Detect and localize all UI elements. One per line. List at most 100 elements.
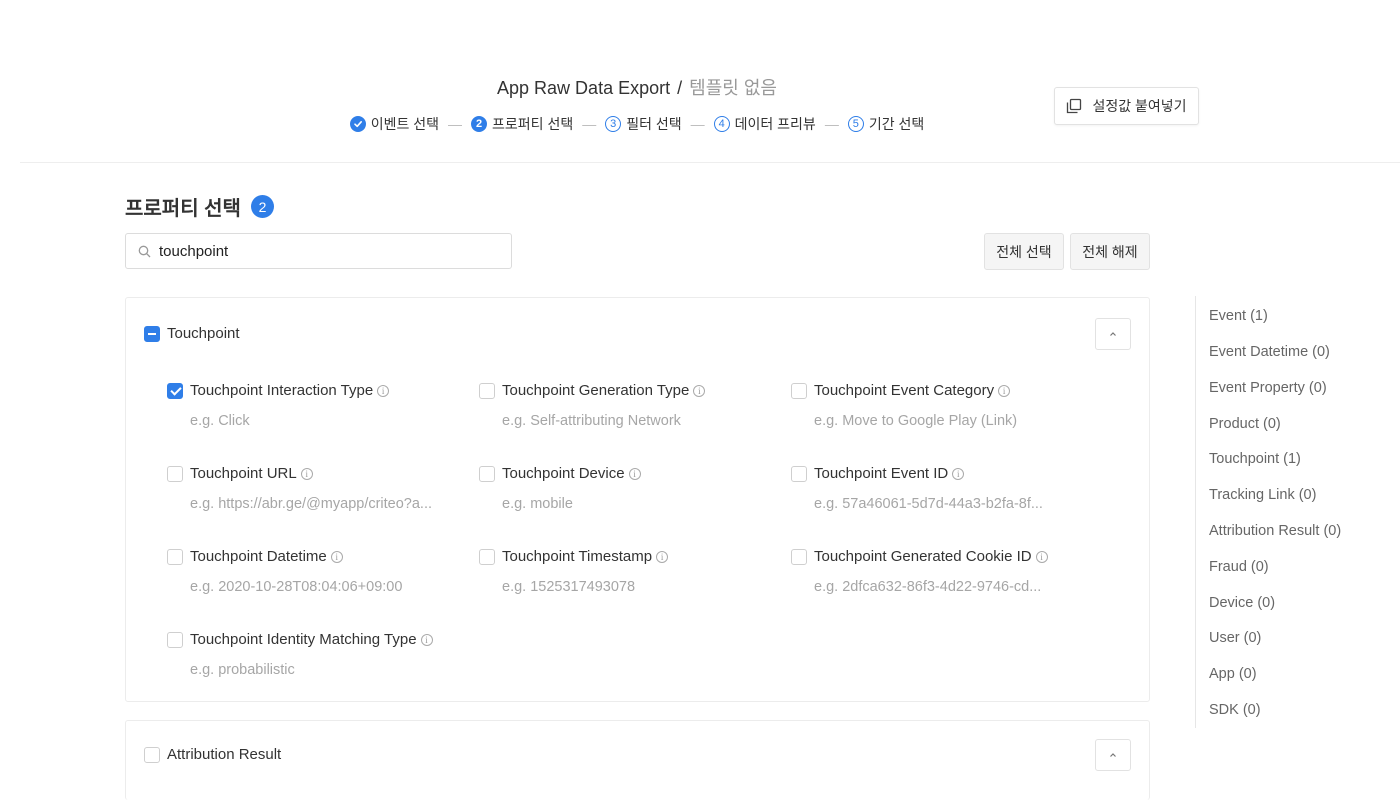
property-item: Touchpoint Datetime i e.g. 2020-10-28T08:… [167,548,402,595]
app-title: App Raw Data Export [497,78,671,98]
step-period[interactable]: 5 기간 선택 [847,114,924,134]
info-icon[interactable]: i [420,633,433,646]
group-checkbox[interactable] [144,325,160,342]
paste-settings-button[interactable]: 설정값 붙여넣기 [1054,87,1199,125]
step-divider: — [690,116,705,132]
nav-item-tracking-link[interactable]: Tracking Link (0) [1209,487,1316,503]
group-panel-touchpoint: Touchpoint Touchpoint Interaction Type i … [125,297,1150,702]
nav-item-sdk[interactable]: SDK (0) [1209,702,1261,718]
nav-item-event-property[interactable]: Event Property (0) [1209,380,1327,396]
property-checkbox[interactable] [167,465,183,482]
step-filter[interactable]: 3 필터 선택 [605,114,682,134]
search-field[interactable] [125,233,512,269]
property-checkbox[interactable] [791,465,807,482]
step-preview[interactable]: 4 데이터 프리뷰 [713,114,816,134]
property-example: e.g. mobile [502,496,573,512]
property-label[interactable]: Touchpoint Interaction Type [190,382,373,399]
nav-item-product[interactable]: Product (0) [1209,416,1281,432]
group-name: Attribution Result [167,746,282,763]
property-label[interactable]: Touchpoint Generated Cookie ID [814,548,1032,565]
property-example: e.g. Self-attributing Network [502,413,681,429]
nav-item-touchpoint[interactable]: Touchpoint (1) [1209,451,1301,467]
property-item: Touchpoint Timestamp i e.g. 1525317493078 [479,548,669,595]
info-icon[interactable]: i [693,384,706,397]
step-label: 필터 선택 [626,116,682,132]
property-checkbox[interactable] [479,382,495,399]
search-input[interactable] [159,242,489,260]
category-nav: Event (1) Event Datetime (0) Event Prope… [1195,296,1400,728]
property-label[interactable]: Touchpoint Datetime [190,548,327,565]
info-icon[interactable]: i [300,467,313,480]
step-event[interactable]: 이벤트 선택 [349,114,440,134]
section-title: 프로퍼티 선택 2 [125,192,274,221]
deselect-all-button[interactable]: 전체 해제 [1070,233,1150,270]
property-item: Touchpoint Event ID i e.g. 57a46061-5d7d-… [791,465,1043,512]
step-number: 2 [471,116,488,132]
info-icon[interactable]: i [952,467,965,480]
nav-item-attribution-result[interactable]: Attribution Result (0) [1209,523,1341,539]
collapse-button[interactable] [1095,318,1131,350]
group-checkbox[interactable] [144,746,160,763]
property-item: Touchpoint Identity Matching Type i e.g. … [167,631,433,678]
property-checkbox[interactable] [791,382,807,399]
nav-item-event[interactable]: Event (1) [1209,308,1268,324]
step-number: 4 [713,116,730,132]
search-icon [138,245,151,257]
nav-item-user[interactable]: User (0) [1209,630,1261,646]
header-divider [20,162,1400,163]
property-item: Touchpoint Device i e.g. mobile [479,465,641,512]
property-example: e.g. 2dfca632-86f3-4d22-9746-cd... [814,579,1042,595]
property-label[interactable]: Touchpoint Device [502,465,625,482]
step-label: 프로퍼티 선택 [492,116,574,132]
step-property[interactable]: 2 프로퍼티 선택 [471,114,573,134]
info-icon[interactable]: i [628,467,641,480]
group-header-attribution-result[interactable]: Attribution Result [144,746,281,763]
property-checkbox[interactable] [479,548,495,565]
title-separator: / [677,78,683,98]
property-label[interactable]: Touchpoint Generation Type [502,382,689,399]
nav-item-fraud[interactable]: Fraud (0) [1209,559,1269,575]
property-example: e.g. https://abr.ge/@myapp/criteo?a... [190,496,433,512]
paste-settings-label: 설정값 붙여넣기 [1092,98,1187,114]
step-label: 이벤트 선택 [370,116,440,132]
property-item: Touchpoint Interaction Type i e.g. Click [167,382,390,429]
property-checkbox[interactable] [167,631,183,648]
property-checkbox[interactable] [479,465,495,482]
property-checkbox[interactable] [167,548,183,565]
step-divider: — [824,116,839,132]
copy-icon [1067,98,1082,114]
property-checkbox[interactable] [167,382,183,399]
property-label[interactable]: Touchpoint Timestamp [502,548,652,565]
group-name: Touchpoint [167,325,240,342]
property-label[interactable]: Touchpoint Identity Matching Type [190,631,417,648]
check-icon [349,116,366,132]
select-all-button[interactable]: 전체 선택 [984,233,1064,270]
property-item: Touchpoint Event Category i e.g. Move to … [791,382,1017,429]
property-label[interactable]: Touchpoint Event ID [814,465,948,482]
info-icon[interactable]: i [1035,550,1048,563]
property-item: Touchpoint Generation Type i e.g. Self-at… [479,382,706,429]
chevron-up-icon [1110,753,1116,757]
step-badge: 2 [250,195,274,218]
collapse-button[interactable] [1095,739,1131,771]
step-number: 5 [847,116,864,132]
nav-item-event-datetime[interactable]: Event Datetime (0) [1209,344,1330,360]
property-label[interactable]: Touchpoint Event Category [814,382,994,399]
info-icon[interactable]: i [377,384,390,397]
template-name: 템플릿 없음 [689,78,777,98]
property-label[interactable]: Touchpoint URL [190,465,297,482]
property-example: e.g. 1525317493078 [502,579,636,595]
nav-item-app[interactable]: App (0) [1209,666,1257,682]
property-checkbox[interactable] [791,548,807,565]
chevron-up-icon [1110,332,1116,336]
property-example: e.g. Click [190,413,250,429]
info-icon[interactable]: i [998,384,1011,397]
step-divider: — [448,116,463,132]
property-item: Touchpoint URL i e.g. https://abr.ge/@mya… [167,465,432,512]
property-example: e.g. 57a46061-5d7d-44a3-b2fa-8f... [814,496,1043,512]
info-icon[interactable]: i [330,550,343,563]
nav-item-device[interactable]: Device (0) [1209,595,1275,611]
group-panel-attribution-result: Attribution Result [125,720,1150,800]
group-header-touchpoint[interactable]: Touchpoint [144,325,240,342]
info-icon[interactable]: i [656,550,669,563]
